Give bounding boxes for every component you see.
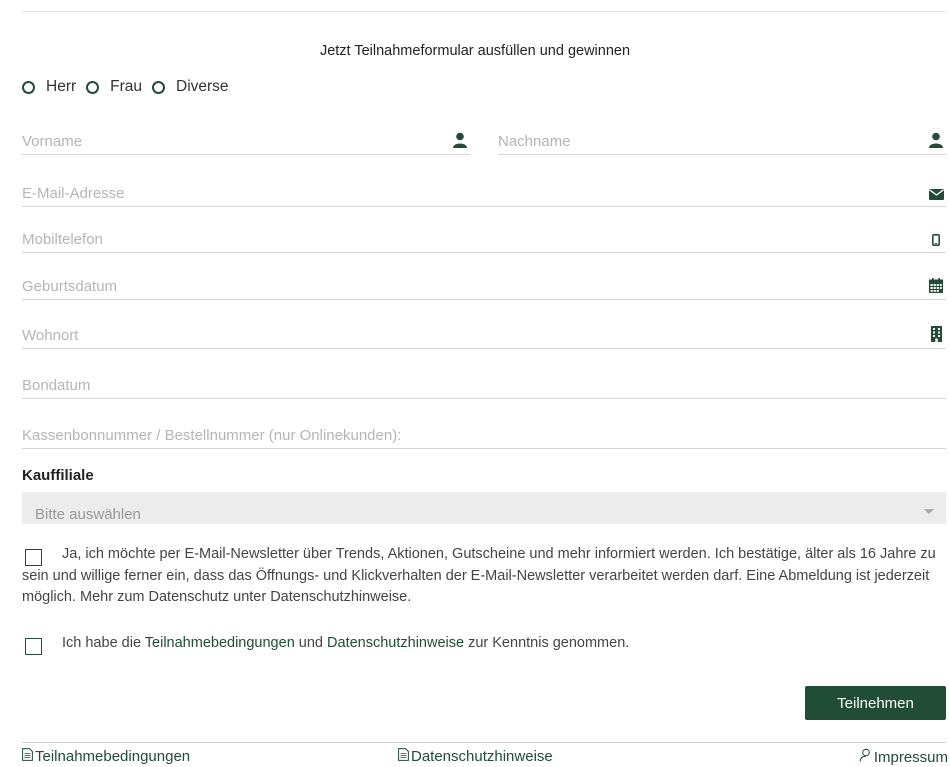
mobil-input[interactable] xyxy=(22,231,836,248)
vorname-input[interactable] xyxy=(22,133,417,150)
email-input[interactable] xyxy=(22,185,836,202)
kauffiliale-selected-value: Bitte auswählen xyxy=(35,506,141,523)
user-icon xyxy=(928,132,944,148)
footer-label-impressum: Impressum xyxy=(873,748,948,766)
document-icon xyxy=(22,748,35,765)
geburtsdatum-field-wrap xyxy=(22,265,946,300)
document-icon xyxy=(398,748,411,765)
mobile-icon xyxy=(928,230,944,246)
building-icon xyxy=(928,326,944,342)
footer-label-datenschutzhinweise: Datenschutzhinweise xyxy=(411,748,553,765)
footer-link-impressum[interactable]: Impressum xyxy=(859,748,948,766)
kauffiliale-select[interactable]: Bitte auswählen xyxy=(22,492,946,524)
radio-herr[interactable]: Herr xyxy=(22,78,76,96)
user-icon xyxy=(452,132,468,148)
footer-link-teilnahmebedingungen[interactable]: Teilnahmebedingungen xyxy=(22,748,190,765)
terms-prefix: Ich habe die xyxy=(62,635,142,651)
terms-consent-text: Ich habe die Teilnahmebedingungen und Da… xyxy=(22,633,946,655)
footer-divider xyxy=(22,742,946,743)
radio-diverse[interactable]: Diverse xyxy=(152,78,229,96)
terms-middle: und xyxy=(298,635,323,651)
bondatum-input[interactable] xyxy=(22,377,836,394)
terms-link-teilnahmebedingungen[interactable]: Teilnahmebedingungen xyxy=(145,635,295,651)
top-divider xyxy=(22,11,946,12)
newsletter-text: Ja, ich möchte per E-Mail-Newsletter übe… xyxy=(22,546,936,605)
radio-frau[interactable]: Frau xyxy=(86,78,142,96)
salutation-group: Herr Frau Diverse xyxy=(22,78,239,96)
terms-link-datenschutzhinweise[interactable]: Datenschutzhinweise xyxy=(327,635,464,651)
radio-circle[interactable] xyxy=(86,80,100,94)
nachname-input[interactable] xyxy=(498,133,893,150)
chevron-down-icon[interactable] xyxy=(924,509,934,514)
radio-circle[interactable] xyxy=(22,80,35,94)
geburtsdatum-input[interactable] xyxy=(22,278,836,295)
email-field-wrap xyxy=(22,172,946,207)
person-outline-icon xyxy=(859,748,874,766)
mobil-field-wrap xyxy=(22,218,946,253)
radio-circle[interactable] xyxy=(152,80,166,94)
newsletter-consent-text: Ja, ich möchte per E-Mail-Newsletter übe… xyxy=(22,544,946,609)
kauffiliale-label: Kauffiliale xyxy=(22,467,94,484)
terms-suffix: zur Kenntnis genommen. xyxy=(468,635,630,651)
calendar-icon xyxy=(928,277,944,293)
footer-link-datenschutzhinweise[interactable]: Datenschutzhinweise xyxy=(398,748,553,765)
vorname-field-wrap xyxy=(22,120,470,155)
wohnort-field-wrap xyxy=(22,314,946,349)
radio-label-herr: Herr xyxy=(46,78,77,95)
footer-label-teilnahmebedingungen: Teilnahmebedingungen xyxy=(35,748,191,765)
submit-button[interactable]: Teilnehmen xyxy=(805,686,946,720)
wohnort-input[interactable] xyxy=(22,327,836,344)
radio-label-frau: Frau xyxy=(110,78,143,95)
bonnummer-field-wrap xyxy=(22,414,946,449)
bondatum-field-wrap xyxy=(22,364,946,399)
form-title: Jetzt Teilnahmeformular ausfüllen und ge… xyxy=(319,43,631,59)
radio-label-diverse: Diverse xyxy=(176,78,229,95)
nachname-field-wrap xyxy=(498,120,946,155)
bonnummer-input[interactable] xyxy=(22,427,836,444)
envelope-icon xyxy=(928,184,944,200)
